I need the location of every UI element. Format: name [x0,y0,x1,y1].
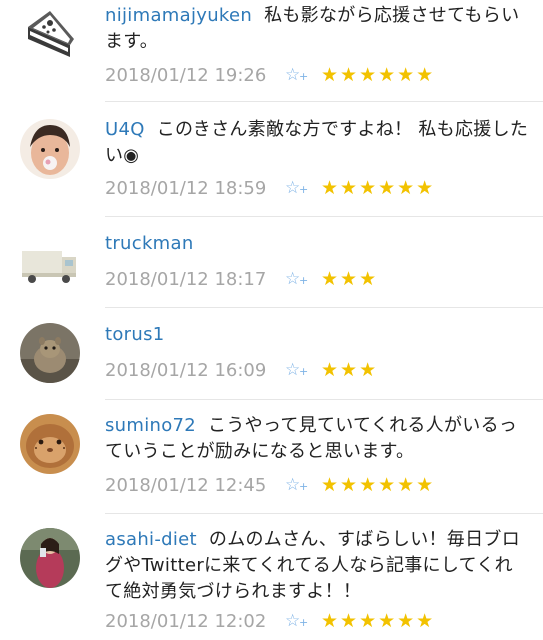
add-star-button[interactable]: ☆ + [285,178,315,198]
username-link[interactable]: sumino72 [105,415,196,436]
timestamp[interactable]: 2018/01/12 12:02 [105,611,285,632]
plus-icon: + [299,365,309,378]
comment-body: sumino72 こうやって見ていてくれる人がいるっていうことが励みになると思いま… [105,413,530,465]
username-link[interactable]: torus1 [105,324,165,345]
comment-meta: 2018/01/12 18:17 ☆ + ★★★ [105,267,378,291]
comment-body: torus1 [105,322,530,348]
star-rating[interactable]: ★★★★★★ [321,64,435,86]
star-rating[interactable]: ★★★★★★ [321,177,435,199]
star-outline-icon: ☆ [285,65,301,85]
comment-meta: 2018/01/12 12:02 ☆ + ★★★★★★ [105,609,435,633]
avatar[interactable] [20,323,80,383]
divider [105,399,543,400]
timestamp[interactable]: 2018/01/12 18:59 [105,178,285,199]
avatar[interactable] [20,528,80,588]
username-link[interactable]: asahi-diet [105,529,197,550]
plus-icon: + [299,183,309,196]
plus-icon: + [299,70,309,83]
add-star-button[interactable]: ☆ + [285,360,315,380]
add-star-button[interactable]: ☆ + [285,611,315,631]
star-outline-icon: ☆ [285,269,301,289]
timestamp[interactable]: 2018/01/12 18:17 [105,269,285,290]
comment-list: nijimamajyuken 私も影ながら応援させてもらいます。 2018/01/… [0,0,543,640]
truck-icon[interactable] [20,235,80,295]
comment-body: nijimamajyuken 私も影ながら応援させてもらいます。 [105,3,530,55]
divider [105,513,543,514]
comment-body: U4Q このきさん素敵な方ですよね！ 私も応援したい◉ [105,117,530,169]
comment-body: asahi-diet のムのムさん、すばらしい！毎日ブログやTwitterに来てく… [105,527,530,605]
timestamp[interactable]: 2018/01/12 19:26 [105,65,285,86]
divider [105,216,543,217]
username-link[interactable]: truckman [105,233,194,254]
star-rating[interactable]: ★★★★★★ [321,474,435,496]
star-rating[interactable]: ★★★ [321,268,378,290]
plus-icon: + [299,480,309,493]
comment-meta: 2018/01/12 12:45 ☆ + ★★★★★★ [105,473,435,497]
star-outline-icon: ☆ [285,475,301,495]
timestamp[interactable]: 2018/01/12 16:09 [105,360,285,381]
plus-icon: + [299,616,309,629]
star-outline-icon: ☆ [285,178,301,198]
comment-meta: 2018/01/12 19:26 ☆ + ★★★★★★ [105,63,435,87]
timestamp[interactable]: 2018/01/12 12:45 [105,475,285,496]
star-outline-icon: ☆ [285,611,301,631]
star-rating[interactable]: ★★★★★★ [321,610,435,632]
star-rating[interactable]: ★★★ [321,359,378,381]
comment-body: truckman [105,231,530,257]
star-outline-icon: ☆ [285,360,301,380]
username-link[interactable]: nijimamajyuken [105,5,252,26]
divider [105,307,543,308]
username-link[interactable]: U4Q [105,119,145,140]
plus-icon: + [299,274,309,287]
add-star-button[interactable]: ☆ + [285,475,315,495]
divider [105,101,543,102]
add-star-button[interactable]: ☆ + [285,65,315,85]
add-star-button[interactable]: ☆ + [285,269,315,289]
comment-meta: 2018/01/12 16:09 ☆ + ★★★ [105,358,378,382]
cake-slice-icon[interactable] [20,5,80,65]
avatar[interactable] [20,119,80,179]
comment-text: このきさん素敵な方ですよね！ 私も応援したい◉ [105,119,529,166]
comment-meta: 2018/01/12 18:59 ☆ + ★★★★★★ [105,176,435,200]
avatar[interactable] [20,414,80,474]
